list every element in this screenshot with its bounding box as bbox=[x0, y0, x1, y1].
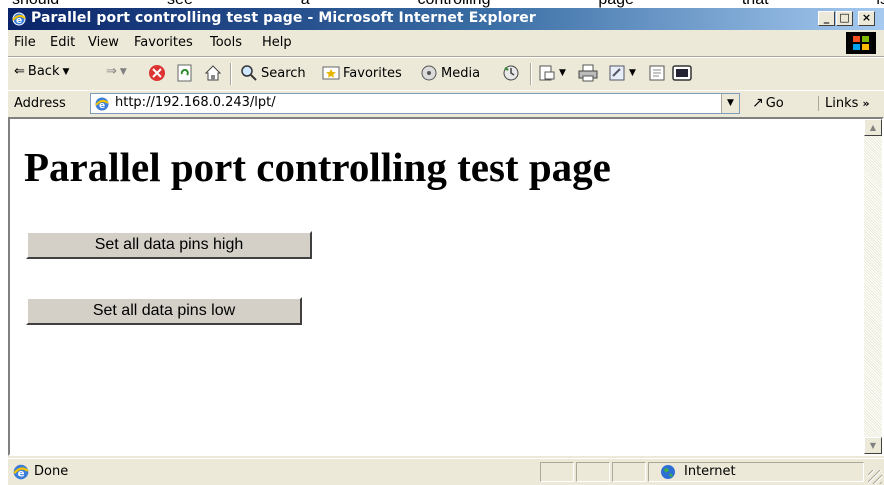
menu-favorites[interactable]: Favorites bbox=[134, 35, 193, 50]
search-icon bbox=[241, 65, 257, 81]
address-dropdown-icon[interactable]: ▼ bbox=[721, 94, 739, 113]
history-icon bbox=[503, 65, 519, 81]
browser-window: e Parallel port controlling test page - … bbox=[8, 8, 884, 485]
set-pins-high-button[interactable]: Set all data pins high bbox=[26, 231, 312, 259]
toolbar-separator bbox=[230, 63, 232, 85]
status-text: Done bbox=[34, 464, 69, 479]
home-icon bbox=[204, 65, 222, 81]
page-heading: Parallel port controlling test page bbox=[24, 144, 611, 190]
media-label: Media bbox=[441, 65, 481, 81]
title-bar[interactable]: e Parallel port controlling test page - … bbox=[8, 8, 884, 30]
minimize-button[interactable]: _ bbox=[818, 11, 835, 26]
status-page-icon: e bbox=[13, 464, 29, 480]
status-panel bbox=[540, 462, 574, 482]
search-label: Search bbox=[261, 65, 306, 81]
menu-view[interactable]: View bbox=[88, 35, 119, 50]
home-button[interactable] bbox=[204, 64, 222, 82]
menu-help[interactable]: Help bbox=[262, 35, 292, 50]
page-content: Parallel port controlling test page Set … bbox=[10, 119, 862, 454]
window-title: Parallel port controlling test page - Mi… bbox=[31, 10, 536, 26]
search-button[interactable]: Search bbox=[240, 64, 306, 82]
standard-toolbar: ⇐ Back ▼ ⇒ ▼ Search Favorites Media ▼ ▼ bbox=[8, 57, 884, 91]
menu-edit[interactable]: Edit bbox=[50, 35, 75, 50]
edit-dropdown-icon[interactable]: ▼ bbox=[629, 68, 636, 78]
vertical-scrollbar[interactable]: ▲ ▼ bbox=[864, 119, 882, 454]
media-button[interactable]: Media bbox=[420, 64, 480, 82]
zone-panel bbox=[648, 462, 864, 482]
svg-text:e: e bbox=[18, 469, 25, 480]
page-viewport: Parallel port controlling test page Set … bbox=[8, 117, 884, 456]
page-icon: e bbox=[95, 97, 109, 111]
address-input[interactable]: e http://192.168.0.243/lpt/ ▼ bbox=[90, 93, 740, 114]
svg-text:e: e bbox=[99, 101, 105, 111]
status-bar: e Done Internet bbox=[8, 458, 884, 485]
discuss-icon bbox=[649, 65, 665, 81]
menu-tools[interactable]: Tools bbox=[210, 35, 242, 50]
history-button[interactable] bbox=[502, 64, 520, 82]
scroll-up-icon[interactable]: ▲ bbox=[864, 119, 882, 136]
status-panel bbox=[612, 462, 646, 482]
resize-grip[interactable] bbox=[868, 470, 882, 484]
messenger-icon bbox=[672, 65, 692, 81]
back-label: Back bbox=[27, 64, 60, 79]
links-button[interactable]: Links » bbox=[818, 96, 870, 111]
back-dropdown-icon[interactable]: ▼ bbox=[62, 67, 69, 77]
mail-icon bbox=[539, 65, 555, 81]
stop-button[interactable] bbox=[148, 64, 166, 82]
back-button[interactable]: ⇐ Back ▼ bbox=[14, 64, 69, 79]
toolbar-separator bbox=[530, 63, 532, 85]
address-bar: Address e http://192.168.0.243/lpt/ ▼ ↗ … bbox=[8, 90, 884, 118]
mail-button[interactable]: ▼ bbox=[538, 64, 566, 82]
print-icon bbox=[578, 64, 598, 82]
refresh-button[interactable] bbox=[176, 64, 194, 82]
discuss-button[interactable] bbox=[648, 64, 666, 82]
favorites-label: Favorites bbox=[343, 65, 402, 81]
zone-text: Internet bbox=[684, 464, 736, 479]
windows-flag-icon bbox=[846, 32, 876, 54]
menu-bar: File Edit View Favorites Tools Help bbox=[8, 30, 884, 57]
forward-button[interactable]: ⇒ ▼ bbox=[106, 64, 127, 79]
scroll-down-icon[interactable]: ▼ bbox=[864, 437, 882, 454]
links-label: Links bbox=[825, 96, 859, 111]
set-pins-low-button[interactable]: Set all data pins low bbox=[26, 297, 302, 325]
back-arrow-icon: ⇐ bbox=[14, 64, 25, 79]
messenger-button[interactable] bbox=[672, 64, 692, 82]
refresh-icon bbox=[177, 64, 192, 82]
edit-icon bbox=[609, 65, 625, 81]
close-button[interactable]: × bbox=[858, 11, 875, 26]
internet-globe-icon bbox=[661, 465, 675, 479]
address-label: Address bbox=[14, 96, 66, 111]
forward-arrow-icon: ⇒ bbox=[106, 64, 117, 79]
chevron-right-icon: » bbox=[862, 97, 870, 110]
menu-file[interactable]: File bbox=[14, 35, 36, 50]
status-panel bbox=[576, 462, 610, 482]
mail-dropdown-icon[interactable]: ▼ bbox=[559, 68, 566, 78]
maximize-button[interactable]: □ bbox=[836, 11, 853, 26]
go-label: Go bbox=[765, 95, 784, 111]
edit-button[interactable]: ▼ bbox=[608, 64, 636, 82]
forward-dropdown-icon[interactable]: ▼ bbox=[120, 67, 127, 77]
favorites-button[interactable]: Favorites bbox=[322, 64, 402, 82]
svg-text:e: e bbox=[16, 16, 22, 26]
media-icon bbox=[421, 65, 437, 81]
go-arrow-icon: ↗ bbox=[752, 95, 764, 111]
go-button[interactable]: ↗ Go bbox=[752, 95, 784, 111]
stop-icon bbox=[149, 65, 165, 81]
ie-logo-icon: e bbox=[12, 12, 26, 26]
address-url: http://192.168.0.243/lpt/ bbox=[115, 95, 276, 110]
favorites-icon bbox=[322, 66, 340, 80]
print-button[interactable] bbox=[578, 64, 598, 82]
